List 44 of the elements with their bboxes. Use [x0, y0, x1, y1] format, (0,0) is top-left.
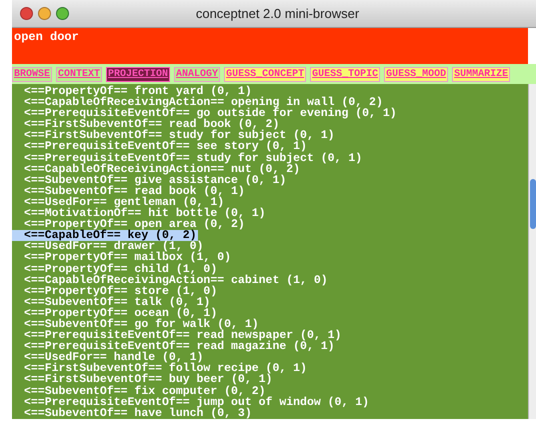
result-row[interactable]: <==PropertyOf== store (1, 0)	[24, 286, 218, 297]
result-row[interactable]: <==PropertyOf== open area (0, 2)	[24, 219, 246, 230]
tab[interactable]: PROJECTION	[106, 66, 170, 82]
result-row[interactable]: <==PrerequisiteEventOf== read magazine (0, 1)	[24, 341, 336, 352]
result-row[interactable]: <==CapableOfReceivingAction== cabinet (1, 0)	[24, 274, 329, 286]
result-row[interactable]: <==FirstSubeventOf== buy beer (0, 1)	[24, 374, 274, 386]
result-row[interactable]: <==PrerequisiteEventOf== study for subject (0, 1)	[24, 152, 364, 164]
minimize-icon[interactable]	[38, 7, 51, 20]
tab[interactable]: GUESS_TOPIC	[310, 66, 380, 82]
tab[interactable]: SUMMARIZE	[452, 66, 510, 82]
tab[interactable]: CONTEXT	[56, 66, 102, 82]
result-row[interactable]: <==PrerequisiteEventOf== go outside for evening (0, 1)	[24, 108, 398, 120]
result-row[interactable]: <==UsedFor== drawer (1, 0)	[24, 241, 204, 252]
result-row[interactable]: <==FirstSubeventOf== follow recipe (0, 1)	[24, 363, 308, 374]
result-row[interactable]: <==PropertyOf== child (1, 0)	[24, 264, 218, 275]
close-icon[interactable]	[20, 7, 33, 20]
tab[interactable]: ANALOGY	[174, 66, 220, 82]
result-row[interactable]: <==UsedFor== handle (0, 1)	[24, 352, 204, 364]
result-row[interactable]: <==SubeventOf== talk (0, 1)	[24, 296, 212, 308]
result-row[interactable]: <==PropertyOf== mailbox (1, 0)	[24, 252, 232, 264]
result-row[interactable]: <==FirstSubeventOf== read book (0, 2)	[24, 119, 280, 130]
tab[interactable]: GUESS_MOOD	[384, 66, 448, 82]
result-row[interactable]: <==PrerequisiteEventOf== jump out of window (0, 1)	[24, 396, 370, 408]
tab[interactable]: GUESS_CONCEPT	[224, 66, 306, 82]
result-row[interactable]: <==SubeventOf== give assistance (0, 1)	[24, 174, 288, 186]
result-row[interactable]: <==CapableOfReceivingAction== nut (0, 2)	[24, 164, 302, 175]
result-row[interactable]: <==CapableOfReceivingAction== opening in wall (0, 2)	[24, 97, 384, 108]
query-field[interactable]: open door	[12, 28, 528, 64]
result-row[interactable]: <==CapableOf== key (0, 2)	[12, 230, 198, 242]
window-title: conceptnet 2.0 mini-browser	[194, 4, 360, 23]
result-row[interactable]: <==SubeventOf== fix computer (0, 2)	[24, 386, 267, 397]
result-row[interactable]: <==FirstSubeventOf== study for subject (0, 1)	[24, 130, 336, 142]
result-row[interactable]: <==PropertyOf== ocean (0, 1)	[24, 308, 218, 319]
result-row[interactable]: <==SubeventOf== have lunch (0, 3)	[24, 408, 253, 419]
result-row[interactable]: <==PrerequisiteEventOf== read newspaper (0, 1)	[24, 330, 342, 342]
result-row[interactable]: <==PrerequisiteEventOf== see story (0, 1)	[24, 141, 308, 153]
zoom-icon[interactable]	[56, 7, 69, 20]
result-row[interactable]: <==PropertyOf== front yard (0, 1)	[24, 86, 253, 98]
result-row[interactable]: <==SubeventOf== read book (0, 1)	[24, 186, 246, 197]
tab[interactable]: BROWSE	[12, 66, 52, 82]
result-row[interactable]: <==SubeventOf== go for walk (0, 1)	[24, 318, 260, 330]
scrollbar[interactable]	[528, 84, 536, 419]
result-row[interactable]: <==UsedFor== gentleman (0, 1)	[24, 196, 226, 208]
result-row[interactable]: <==MotivationOf== hit bottle (0, 1)	[24, 208, 267, 220]
